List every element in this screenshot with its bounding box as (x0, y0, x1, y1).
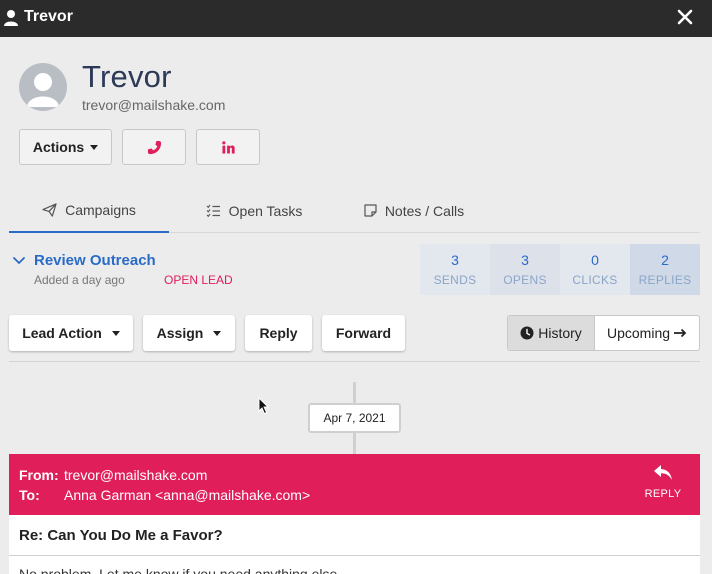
arrow-right-icon (674, 328, 687, 338)
timeline-date: Apr 7, 2021 (308, 403, 401, 433)
from-label: From: (19, 467, 59, 483)
tab-notes-calls-label: Notes / Calls (384, 202, 465, 219)
stat-clicks: 0 CLICKS (560, 244, 630, 295)
email-body: No problem. Let me know if you need anyt… (9, 556, 700, 574)
chevron-down-icon[interactable] (12, 255, 26, 267)
email-reply-button[interactable]: REPLY (641, 464, 685, 506)
actions-label: Actions (32, 139, 85, 155)
stat-opens-label: OPENS (503, 273, 547, 287)
call-button[interactable] (122, 129, 186, 165)
checklist-icon (206, 204, 220, 217)
paper-plane-icon (42, 202, 57, 217)
lead-action-button[interactable]: Lead Action (9, 315, 133, 351)
reply-arrow-icon (654, 465, 672, 480)
contact-name: Trevor (82, 59, 172, 94)
user-icon (4, 10, 18, 26)
clock-icon (520, 326, 534, 340)
upcoming-toggle[interactable]: Upcoming (595, 316, 699, 350)
caret-down-icon (213, 330, 222, 336)
stat-replies-value: 2 (661, 252, 669, 268)
caret-down-icon (111, 330, 120, 336)
history-toggle[interactable]: History (508, 316, 595, 350)
from-address: trevor@mailshake.com (64, 467, 208, 483)
history-label: History (538, 325, 582, 341)
title-bar: Trevor (0, 0, 712, 37)
tab-campaigns[interactable]: Campaigns (9, 188, 169, 233)
assign-button[interactable]: Assign (143, 315, 235, 351)
contact-email: trevor@mailshake.com (82, 97, 226, 113)
avatar (19, 63, 67, 111)
reply-label: Reply (259, 325, 298, 341)
lead-status-badge: OPEN LEAD (164, 273, 233, 287)
stat-sends-label: SENDS (433, 273, 477, 287)
mouse-cursor-icon (258, 397, 270, 415)
divider (9, 361, 700, 362)
campaign-added: Added a day ago (34, 273, 125, 287)
window-title: Trevor (24, 8, 73, 25)
close-icon[interactable] (677, 9, 693, 25)
avatar-silhouette-icon (27, 73, 59, 107)
assign-label: Assign (156, 325, 204, 341)
stat-clicks-value: 0 (591, 252, 599, 268)
stat-replies-label: REPLIES (638, 273, 692, 287)
actions-button[interactable]: Actions (19, 129, 112, 165)
stat-clicks-label: CLICKS (572, 273, 618, 287)
stat-sends: 3 SENDS (420, 244, 490, 295)
tab-campaigns-label: Campaigns (65, 201, 136, 218)
reply-button[interactable]: Reply (245, 315, 312, 351)
email-subject: Re: Can You Do Me a Favor? (9, 515, 700, 556)
email-reply-label: REPLY (644, 488, 682, 500)
to-label: To: (19, 487, 40, 503)
campaign-name[interactable]: Review Outreach (34, 252, 156, 269)
stat-replies: 2 REPLIES (630, 244, 700, 295)
tab-notes-calls[interactable]: Notes / Calls (349, 188, 479, 233)
stat-sends-value: 3 (451, 252, 459, 268)
tab-open-tasks[interactable]: Open Tasks (189, 188, 319, 233)
forward-label: Forward (335, 325, 392, 341)
phone-icon (147, 140, 161, 154)
forward-button[interactable]: Forward (322, 315, 405, 351)
stat-opens-value: 3 (521, 252, 529, 268)
stat-opens: 3 OPENS (490, 244, 560, 295)
caret-down-icon (90, 144, 99, 150)
history-upcoming-toggle: History Upcoming (507, 315, 700, 351)
lead-action-label: Lead Action (22, 325, 102, 341)
tab-open-tasks-label: Open Tasks (228, 202, 303, 219)
to-address: Anna Garman <anna@mailshake.com> (64, 487, 311, 503)
linkedin-icon (221, 140, 235, 154)
linkedin-button[interactable] (196, 129, 260, 165)
upcoming-label: Upcoming (606, 325, 671, 341)
email-header: From: trevor@mailshake.com To: Anna Garm… (9, 454, 700, 515)
tab-bar: Campaigns Open Tasks Notes / Calls (9, 188, 700, 233)
note-icon (364, 204, 377, 217)
